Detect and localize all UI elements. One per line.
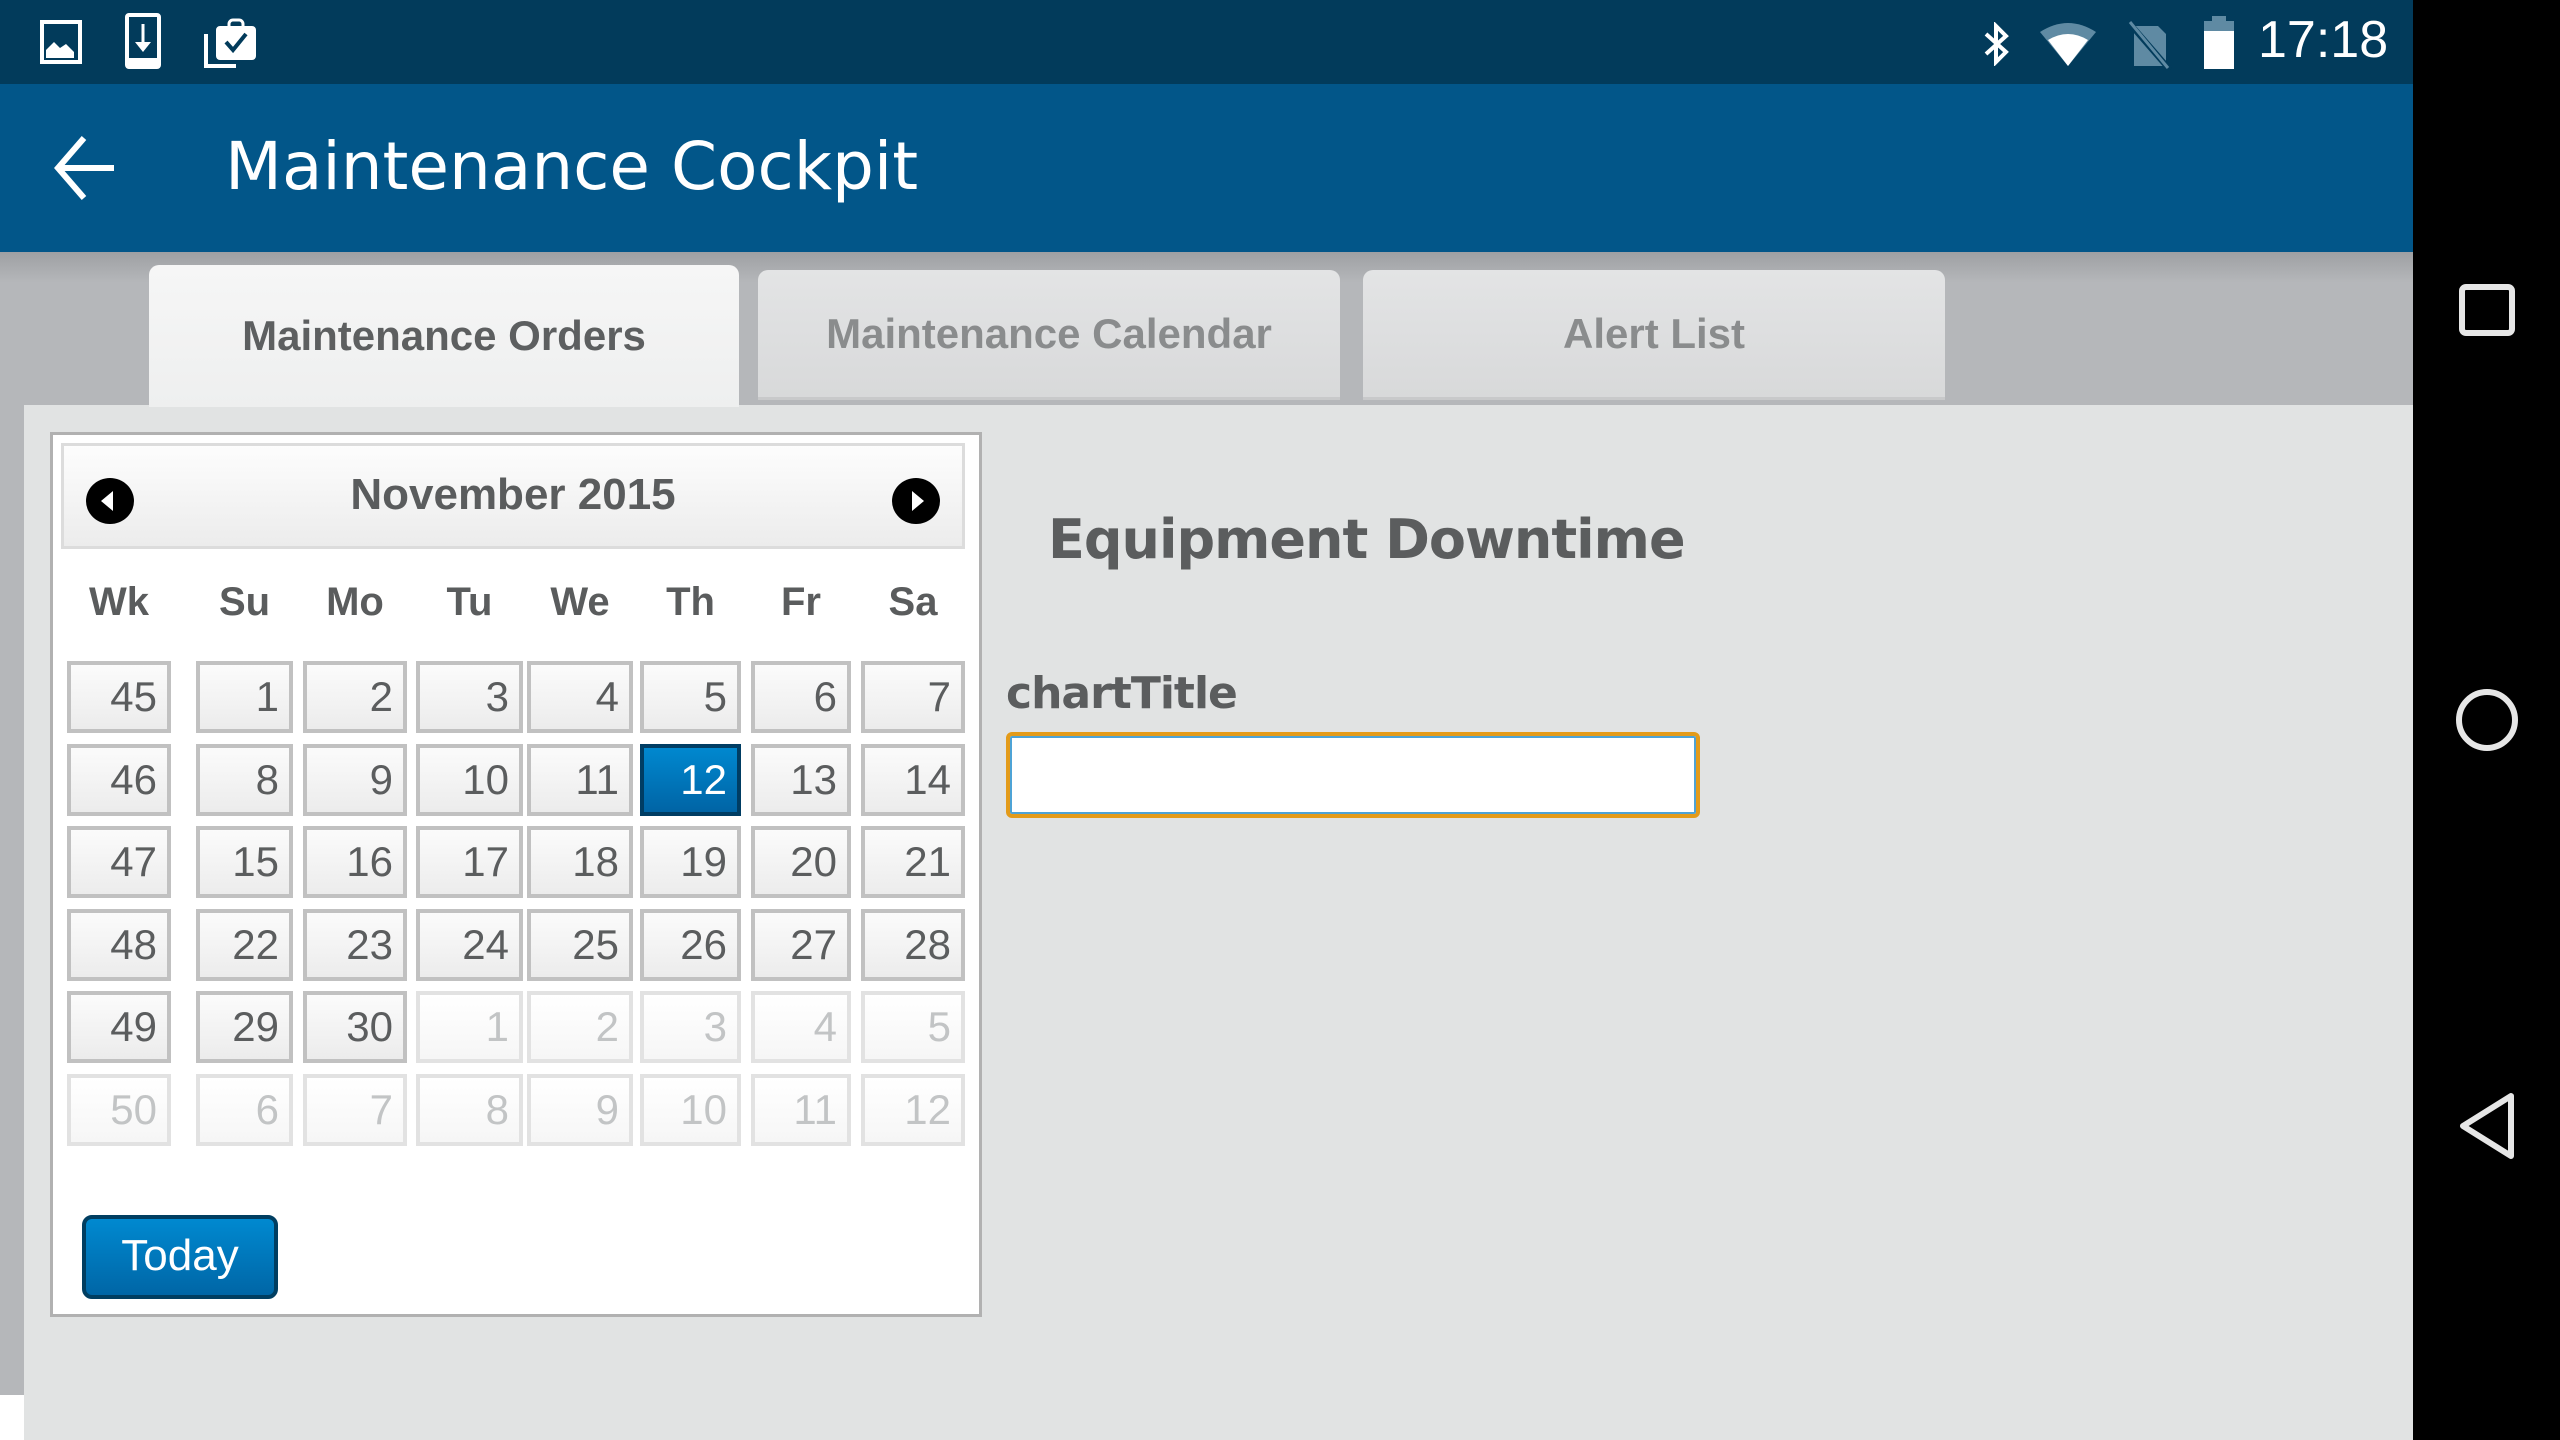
day-cell[interactable]: 28 <box>861 909 965 981</box>
status-time: 17:18 <box>2258 11 2389 69</box>
week-number: 45 <box>67 661 171 733</box>
day-cell[interactable]: 6 <box>751 661 851 733</box>
day-cell[interactable]: 24 <box>416 909 523 981</box>
wifi-icon <box>2040 23 2096 66</box>
week-number: 50 <box>67 1074 171 1146</box>
weekday-header: Fr <box>781 580 821 624</box>
system-nav-bar <box>2413 0 2560 1440</box>
day-cell[interactable]: 25 <box>527 909 633 981</box>
clipboard-check-icon <box>204 18 256 68</box>
back-icon <box>2460 1093 2514 1159</box>
battery-icon <box>2204 16 2234 69</box>
back-button[interactable] <box>50 132 130 204</box>
day-cell[interactable]: 17 <box>416 826 523 898</box>
day-cell[interactable]: 10 <box>640 1074 741 1146</box>
weekday-header: We <box>550 580 610 624</box>
day-cell[interactable]: 1 <box>196 661 293 733</box>
day-cell[interactable]: 8 <box>416 1074 523 1146</box>
system-back-button[interactable] <box>2457 1090 2517 1167</box>
day-cell[interactable]: 26 <box>640 909 741 981</box>
day-cell[interactable]: 13 <box>751 744 851 816</box>
week-number: 48 <box>67 909 171 981</box>
day-cell[interactable]: 16 <box>303 826 407 898</box>
tab-maintenance-calendar[interactable]: Maintenance Calendar <box>758 270 1340 400</box>
calendar-header: November 2015 <box>61 443 965 549</box>
week-number: 46 <box>67 744 171 816</box>
day-cell[interactable]: 29 <box>196 991 293 1063</box>
chart-title-input[interactable] <box>1006 732 1700 818</box>
status-bar: 17:18 <box>0 0 2413 84</box>
day-cell[interactable]: 18 <box>527 826 633 898</box>
day-cell[interactable]: 12 <box>861 1074 965 1146</box>
day-cell[interactable]: 8 <box>196 744 293 816</box>
day-cell[interactable]: 7 <box>303 1074 407 1146</box>
chart-title-label: chartTitle <box>1006 668 1238 719</box>
week-number: 49 <box>67 991 171 1063</box>
day-cell[interactable]: 6 <box>196 1074 293 1146</box>
day-cell[interactable]: 27 <box>751 909 851 981</box>
today-button[interactable]: Today <box>82 1215 278 1299</box>
day-cell[interactable]: 2 <box>303 661 407 733</box>
next-month-button[interactable] <box>892 478 940 524</box>
day-cell[interactable]: 4 <box>527 661 633 733</box>
day-cell[interactable]: 11 <box>751 1074 851 1146</box>
day-cell[interactable]: 11 <box>527 744 633 816</box>
week-number: 47 <box>67 826 171 898</box>
day-cell[interactable]: 5 <box>640 661 741 733</box>
day-cell[interactable]: 23 <box>303 909 407 981</box>
day-cell[interactable]: 1 <box>416 991 523 1063</box>
download-icon <box>125 13 161 69</box>
month-label: November 2015 <box>350 470 676 519</box>
day-cell[interactable]: 5 <box>861 991 965 1063</box>
day-cell[interactable]: 19 <box>640 826 741 898</box>
day-cell[interactable]: 3 <box>640 991 741 1063</box>
home-button[interactable] <box>2453 686 2521 759</box>
tab-maintenance-orders[interactable]: Maintenance Orders <box>149 265 739 407</box>
recent-apps-icon <box>2459 284 2515 336</box>
weekday-header: Th <box>666 580 715 624</box>
day-cell[interactable]: 3 <box>416 661 523 733</box>
day-cell[interactable]: 21 <box>861 826 965 898</box>
day-cell[interactable]: 10 <box>416 744 523 816</box>
bluetooth-icon <box>1984 22 2009 66</box>
day-cell[interactable]: 15 <box>196 826 293 898</box>
home-icon <box>2456 689 2518 751</box>
day-cell[interactable]: 9 <box>303 744 407 816</box>
day-cell[interactable]: 20 <box>751 826 851 898</box>
image-icon <box>40 20 82 64</box>
day-cell[interactable]: 9 <box>527 1074 633 1146</box>
arrow-left-icon <box>54 136 114 200</box>
day-cell[interactable]: 14 <box>861 744 965 816</box>
day-cell[interactable]: 22 <box>196 909 293 981</box>
app-bar: Maintenance Cockpit <box>0 84 2413 252</box>
date-picker: November 2015 Wk Su Mo Tu We Th Fr Sa 45 1 2 3 4 5 6 7… <box>50 432 982 1317</box>
app-title: Maintenance Cockpit <box>225 128 919 205</box>
no-sim-icon <box>2128 21 2172 70</box>
day-cell[interactable]: 4 <box>751 991 851 1063</box>
weekday-header: Wk <box>89 580 149 624</box>
day-cell[interactable]: 30 <box>303 991 407 1063</box>
day-cell-selected[interactable]: 12 <box>640 744 741 816</box>
weekday-header: Tu <box>446 580 493 624</box>
section-title: Equipment Downtime <box>1048 508 1686 571</box>
weekday-header: Sa <box>888 580 938 624</box>
tab-alert-list[interactable]: Alert List <box>1363 270 1945 400</box>
tab-label: Maintenance Calendar <box>826 309 1272 357</box>
day-cell[interactable]: 7 <box>861 661 965 733</box>
bottom-edge <box>0 1395 24 1440</box>
recent-apps-button[interactable] <box>2457 280 2517 345</box>
weekday-header: Su <box>218 580 271 624</box>
day-cell[interactable]: 2 <box>527 991 633 1063</box>
weekday-header: Mo <box>326 580 384 624</box>
left-edge <box>0 405 24 1395</box>
tab-label: Alert List <box>1562 309 1746 357</box>
tab-label: Maintenance Orders <box>242 312 646 359</box>
